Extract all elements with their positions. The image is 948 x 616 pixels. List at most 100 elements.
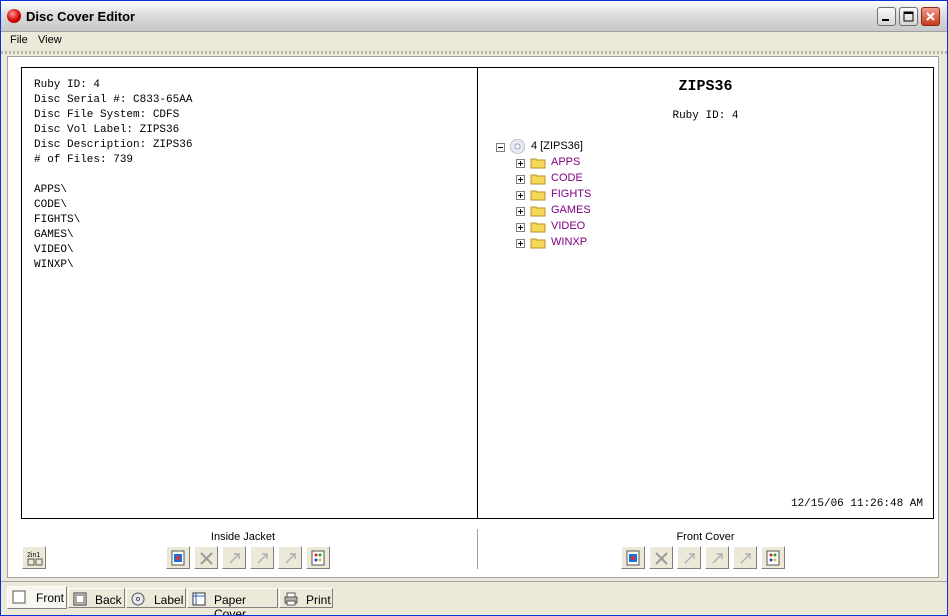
tree-folder-label: GAMES	[551, 204, 591, 216]
toolbar-separator	[477, 529, 478, 569]
inside-jacket-line: GAMES\	[34, 229, 74, 241]
folder-icon	[530, 174, 546, 185]
fit-icon	[712, 553, 723, 564]
menu-bar: File View	[1, 32, 947, 50]
tab-back-label: Back	[95, 593, 122, 607]
inside-jacket-line	[34, 168, 192, 183]
inside-jacket-line: Disc Description: ZIPS36	[34, 139, 193, 151]
expand-icon[interactable]	[516, 191, 525, 200]
collapse-icon[interactable]	[496, 143, 505, 152]
tab-print-label: Print	[306, 593, 331, 607]
front-cover-stretch-button[interactable]	[677, 546, 701, 569]
inside-jacket-line: Disc File System: CDFS	[34, 109, 180, 121]
front-cover-background-button[interactable]	[621, 546, 645, 569]
expand-icon[interactable]	[516, 159, 525, 168]
palette-icon	[311, 550, 325, 566]
palette-icon	[766, 550, 780, 566]
tree-folder-label: VIDEO	[551, 220, 586, 232]
inside-jacket-center-button[interactable]	[278, 546, 302, 569]
inside-jacket-line: APPS\	[34, 184, 68, 196]
tab-print[interactable]: Print	[279, 588, 333, 608]
stretch-icon	[229, 553, 240, 564]
svg-text:2in1: 2in1	[27, 552, 40, 559]
folder-icon	[530, 158, 546, 169]
tab-paper-cover[interactable]: Paper Cover	[187, 588, 278, 615]
tab-front[interactable]: Front	[7, 586, 67, 609]
inside-jacket-color-button[interactable]	[306, 546, 330, 569]
close-button[interactable]	[921, 7, 940, 26]
inside-jacket-text: Ruby ID: 4 Disc Serial #: C833-65AA Disc F…	[34, 78, 192, 273]
inside-jacket-line: FIGHTS\	[34, 214, 81, 226]
inside-jacket-stretch-button[interactable]	[222, 546, 246, 569]
fit-icon	[257, 553, 268, 564]
cd-icon	[510, 139, 525, 154]
front-cover-color-button[interactable]	[761, 546, 785, 569]
front-cover-panel[interactable]: ZIPS36 Ruby ID: 4 4 [ZIPS36] APPS CODE FIG…	[477, 67, 934, 519]
inside-jacket-delete-button[interactable]	[194, 546, 218, 569]
folder-icon	[530, 238, 546, 249]
center-icon	[740, 553, 751, 564]
maximize-icon	[903, 11, 914, 22]
inside-jacket-background-button[interactable]	[166, 546, 190, 569]
page-icon	[12, 590, 26, 604]
menu-separator	[1, 51, 947, 54]
window-title: Disc Cover Editor	[26, 9, 136, 24]
inside-jacket-label: Inside Jacket	[210, 531, 276, 543]
back-page-icon	[73, 592, 87, 606]
menu-file[interactable]: File	[10, 34, 28, 46]
tree-folder-label: CODE	[551, 172, 583, 184]
stretch-icon	[684, 553, 695, 564]
title-bar[interactable]: Disc Cover Editor	[1, 1, 947, 32]
expand-icon[interactable]	[516, 239, 525, 248]
inside-jacket-panel[interactable]: Ruby ID: 4 Disc Serial #: C833-65AA Disc F…	[21, 67, 478, 519]
tab-paper-cover-label: Paper Cover	[214, 593, 247, 616]
expand-icon[interactable]	[516, 223, 525, 232]
inside-jacket-fit-button[interactable]	[250, 546, 274, 569]
expand-icon[interactable]	[516, 175, 525, 184]
tab-front-label: Front	[36, 591, 65, 605]
front-cover-fit-button[interactable]	[705, 546, 729, 569]
image-icon	[171, 550, 185, 566]
tab-label-label: Label	[154, 593, 184, 607]
delete-icon	[200, 552, 213, 565]
inside-jacket-line: Disc Vol Label: ZIPS36	[34, 124, 180, 136]
two-in-one-icon: 2in1	[27, 552, 43, 566]
inside-jacket-line: VIDEO\	[34, 244, 74, 256]
tree-root-label: 4 [ZIPS36]	[531, 140, 583, 152]
tab-label[interactable]: Label	[126, 588, 186, 608]
menu-view[interactable]: View	[38, 34, 62, 46]
front-cover-ruby-id: Ruby ID: 4	[672, 110, 739, 122]
tree-folder-label: WINXP	[551, 236, 588, 248]
inside-jacket-line: CODE\	[34, 199, 68, 211]
minimize-icon	[882, 19, 889, 21]
tree-folder-label: APPS	[551, 156, 581, 168]
front-cover-center-button[interactable]	[733, 546, 757, 569]
minimize-button[interactable]	[877, 7, 896, 26]
front-cover-delete-button[interactable]	[649, 546, 673, 569]
expand-icon[interactable]	[516, 207, 525, 216]
inside-jacket-line: # of Files: 739	[34, 154, 134, 166]
tree-folder-label: FIGHTS	[551, 188, 592, 200]
delete-icon	[655, 552, 668, 565]
center-icon	[285, 553, 296, 564]
tab-back[interactable]: Back	[68, 588, 125, 608]
disc-icon	[131, 592, 145, 606]
paper-cover-icon	[192, 592, 206, 606]
front-cover-title: ZIPS36	[678, 78, 733, 95]
inside-jacket-line: Disc Serial #: C833-65AA	[34, 94, 193, 106]
app-icon	[7, 9, 21, 23]
folder-icon	[530, 206, 546, 217]
image-icon	[626, 550, 640, 566]
front-cover-label: Front Cover	[676, 531, 735, 543]
view-tabs: Front Back Label Paper Cover Print	[1, 581, 947, 615]
printer-icon	[284, 592, 298, 606]
timestamp: 12/15/06 11:26:48 AM	[790, 498, 923, 510]
inside-jacket-line: Ruby ID: 4	[34, 79, 101, 91]
folder-icon	[530, 222, 546, 233]
editor-content: Ruby ID: 4 Disc Serial #: C833-65AA Disc F…	[7, 56, 939, 578]
two-in-one-button[interactable]: 2in1	[22, 546, 46, 569]
disc-cover-editor-window: Disc Cover Editor File View Ruby ID: 4 Di…	[0, 0, 948, 616]
folder-icon	[530, 190, 546, 201]
close-icon	[926, 12, 935, 21]
maximize-button[interactable]	[899, 7, 918, 26]
